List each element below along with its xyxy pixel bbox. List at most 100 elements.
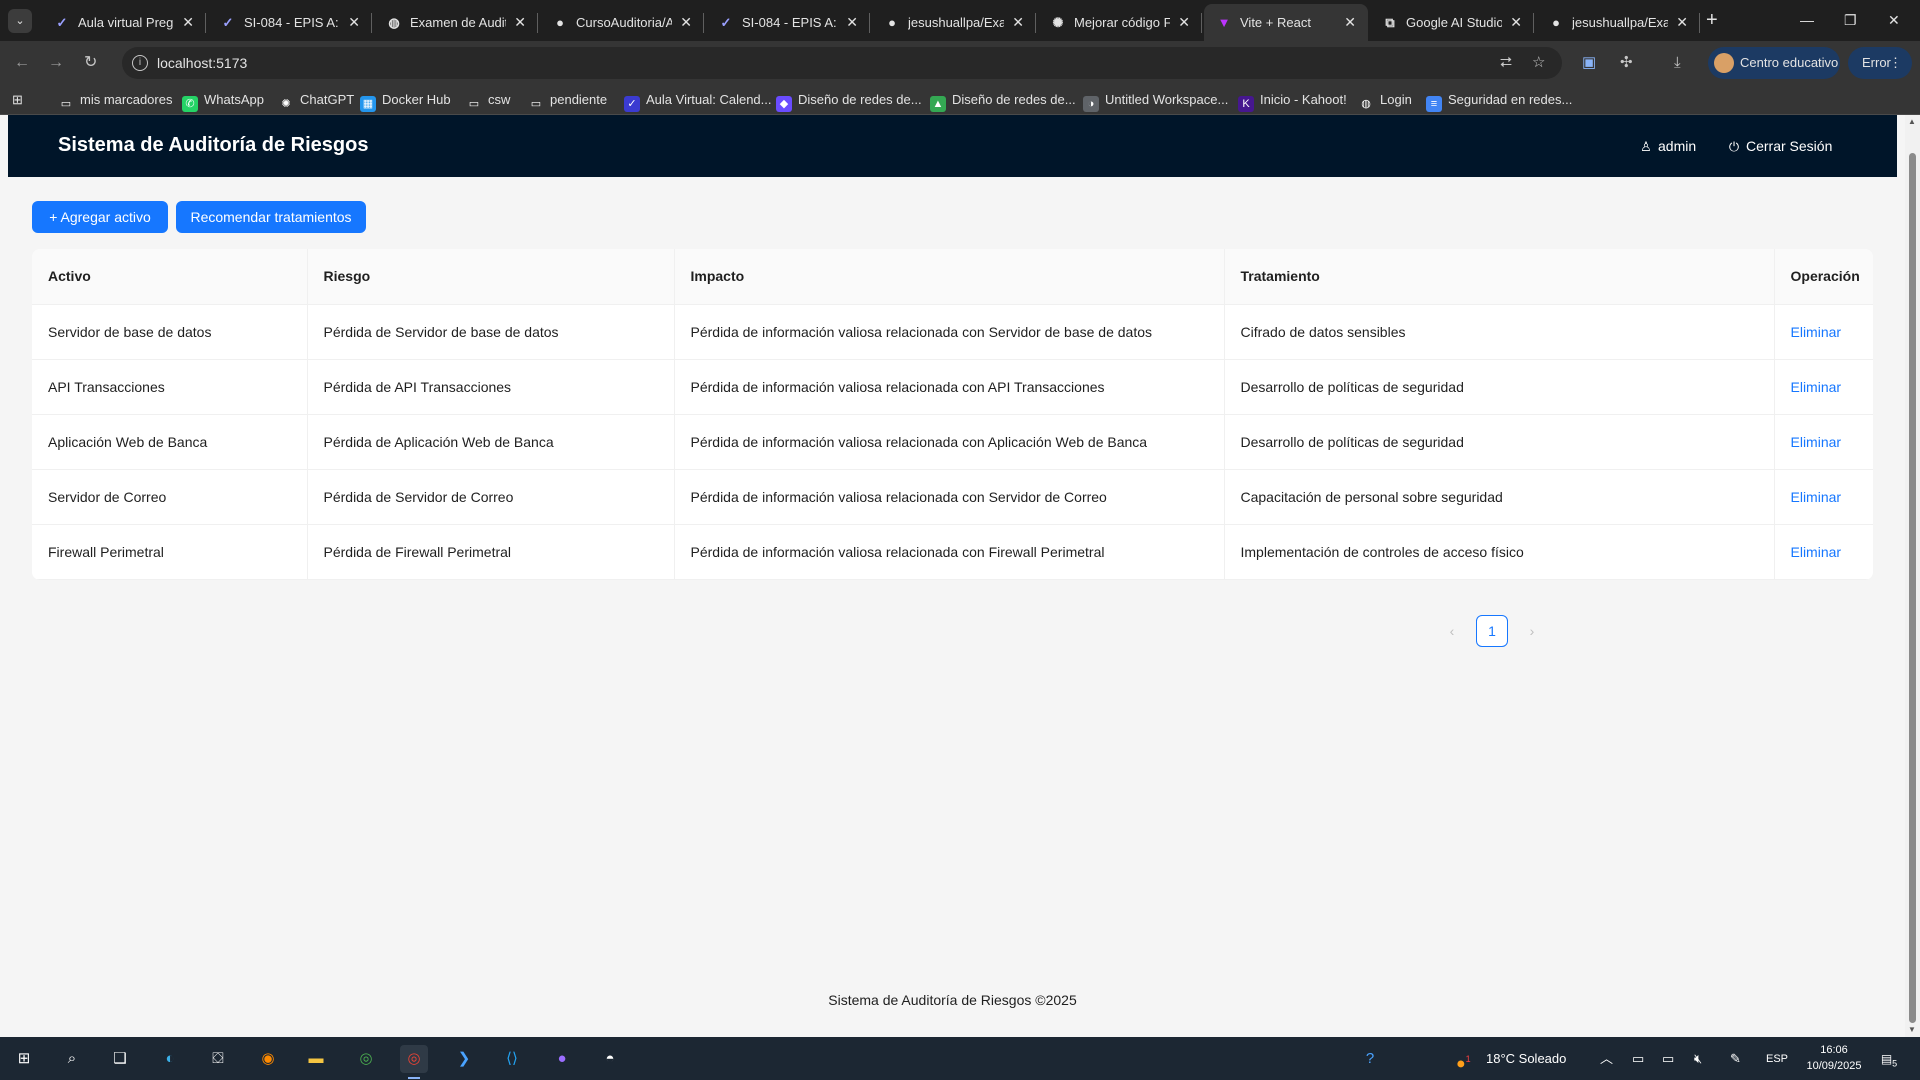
scrollbar-thumb[interactable]: [1909, 153, 1916, 1023]
bookmark-item[interactable]: ▦ Docker Hub: [360, 92, 451, 112]
next-page-icon[interactable]: ›: [1516, 615, 1548, 647]
browser-tab[interactable]: ✺ Mejorar código FI ✕: [1038, 4, 1202, 41]
bookmark-item[interactable]: ≡ Seguridad en redes...: [1426, 92, 1572, 112]
close-window-icon[interactable]: ✕: [1888, 8, 1900, 32]
bookmark-item[interactable]: ◍ Login: [1358, 92, 1412, 112]
vscode-icon[interactable]: ⟨⟩: [498, 1045, 526, 1073]
bookmark-item[interactable]: ▭ csw: [466, 92, 511, 112]
cell-operacion: Eliminar: [1773, 304, 1873, 360]
logout-button[interactable]: ⏻ Cerrar Sesión: [1726, 136, 1833, 157]
minimize-icon[interactable]: —: [1800, 8, 1814, 32]
notification-center-icon[interactable]: ▤5: [1878, 1048, 1900, 1070]
pen-icon[interactable]: ✎: [1730, 1050, 1741, 1068]
windows-taskbar: ⊞ ⌕ ❑ ◐ ⛋ ◉ ▬ ◎ ◎ ❯ ⟨⟩ ● ◓ ? ●1 18°C Sol…: [0, 1037, 1920, 1080]
browser-tab[interactable]: ▼ Vite + React ✕: [1204, 4, 1368, 41]
close-tab-icon[interactable]: ✕: [1344, 14, 1356, 30]
translate-icon[interactable]: ⮂: [1500, 54, 1512, 72]
apps-grid-icon[interactable]: ⊞: [12, 92, 23, 108]
bookmark-item[interactable]: ▭ pendiente: [528, 92, 607, 112]
delete-link[interactable]: Eliminar: [1791, 324, 1842, 340]
close-tab-icon[interactable]: ✕: [1178, 14, 1190, 30]
browser-tab[interactable]: ◍ Examen de Auditoría ✕: [374, 4, 538, 41]
bookmark-label: mis marcadores: [80, 92, 173, 107]
back-icon[interactable]: ←: [14, 51, 30, 75]
close-tab-icon[interactable]: ✕: [348, 14, 360, 30]
new-tab-button[interactable]: +: [1706, 8, 1718, 32]
close-tab-icon[interactable]: ✕: [182, 14, 194, 30]
task-view-icon[interactable]: ❑: [106, 1045, 134, 1073]
extensions-icon[interactable]: ✣: [1620, 52, 1633, 74]
bookmark-item[interactable]: K Inicio - Kahoot!: [1238, 92, 1347, 112]
bookmark-item[interactable]: ◑ Untitled Workspace...: [1083, 92, 1228, 112]
scroll-up-icon[interactable]: ▲: [1908, 117, 1916, 127]
chrome-icon[interactable]: ◎: [352, 1045, 380, 1073]
network-icon[interactable]: ▭: [1662, 1050, 1674, 1068]
browser-tab[interactable]: ✓ Aula virtual Pregrado ✕: [42, 4, 206, 41]
search-icon[interactable]: ⌕: [58, 1045, 86, 1073]
close-tab-icon[interactable]: ✕: [1676, 14, 1688, 30]
store-icon[interactable]: ⛋: [204, 1045, 232, 1073]
weather-sun-icon[interactable]: ●1: [1456, 1050, 1471, 1073]
delete-link[interactable]: Eliminar: [1791, 434, 1842, 450]
previous-page-icon[interactable]: ‹: [1436, 615, 1468, 647]
restore-icon[interactable]: ❐: [1844, 8, 1857, 32]
bookmark-item[interactable]: ✓ Aula Virtual: Calend...: [624, 92, 772, 112]
close-tab-icon[interactable]: ✕: [1510, 14, 1522, 30]
cell-riesgo: Pérdida de Servidor de Correo: [306, 469, 674, 525]
forward-icon[interactable]: →: [48, 51, 64, 75]
browser-tab[interactable]: ⧉ Google AI Studio ✕: [1370, 4, 1534, 41]
site-info-icon[interactable]: i: [132, 55, 148, 71]
address-url[interactable]: localhost:5173: [157, 55, 247, 71]
bookmark-item[interactable]: ▭ mis marcadores: [58, 92, 173, 112]
page-scrollbar[interactable]: ▲ ▼: [1905, 115, 1920, 1037]
cell-impacto: Pérdida de información valiosa relaciona…: [673, 469, 1224, 525]
bookmark-star-icon[interactable]: ☆: [1532, 54, 1545, 72]
browser-tab[interactable]: ● jesushuallpa/Examen ✕: [872, 4, 1036, 41]
tab-search-button[interactable]: ⌄: [8, 9, 32, 33]
browser-tab[interactable]: ● CursoAuditoria/Auditoria ✕: [540, 4, 704, 41]
page-number-button[interactable]: 1: [1476, 615, 1508, 647]
add-asset-button[interactable]: + Agregar activo: [32, 201, 168, 233]
column-header-impacto: Impacto: [673, 249, 1224, 305]
weather-text[interactable]: 18°C Soleado: [1486, 1050, 1566, 1068]
firefox-icon[interactable]: ◉: [254, 1045, 282, 1073]
app-icon[interactable]: ◓: [596, 1045, 624, 1073]
volume-muted-icon[interactable]: 🔇︎: [1694, 1050, 1702, 1068]
github-desktop-icon[interactable]: ●: [548, 1045, 576, 1073]
close-tab-icon[interactable]: ✕: [680, 14, 692, 30]
close-tab-icon[interactable]: ✕: [514, 14, 526, 30]
address-bar[interactable]: i localhost:5173 ⮂ ☆: [122, 47, 1562, 79]
user-menu[interactable]: ♙ admin: [1638, 136, 1696, 157]
reload-icon[interactable]: ↻: [84, 51, 97, 75]
error-button[interactable]: Error ⋮: [1848, 47, 1912, 79]
browser-tab[interactable]: ● jesushuallpa/Examen ✕: [1536, 4, 1700, 41]
scroll-down-icon[interactable]: ▼: [1908, 1025, 1916, 1035]
tray-chevron-icon[interactable]: ︿: [1600, 1050, 1613, 1068]
bookmark-item[interactable]: ✆ WhatsApp: [182, 92, 264, 112]
clock[interactable]: 16:06 10/09/2025: [1802, 1042, 1866, 1074]
bookmark-item[interactable]: ▲ Diseño de redes de...: [930, 92, 1076, 112]
profile-button[interactable]: Centro educativo: [1708, 47, 1840, 79]
language-indicator[interactable]: ESP: [1766, 1050, 1788, 1068]
chrome-profile-icon[interactable]: ◎: [400, 1045, 428, 1079]
delete-link[interactable]: Eliminar: [1791, 544, 1842, 560]
recommend-treatments-button[interactable]: Recomendar tratamientos: [176, 201, 366, 233]
tab-separator: [1699, 13, 1700, 33]
windows-start-icon[interactable]: ⊞: [10, 1045, 38, 1073]
close-tab-icon[interactable]: ✕: [846, 14, 858, 30]
browser-tab[interactable]: ✓ SI-084 - EPIS A: Auditoría ✕: [208, 4, 372, 41]
bookmark-item[interactable]: ◆ Diseño de redes de...: [776, 92, 922, 112]
meet-now-icon[interactable]: ▭: [1632, 1050, 1644, 1068]
powershell-icon[interactable]: ❯: [450, 1045, 478, 1073]
close-tab-icon[interactable]: ✕: [1012, 14, 1024, 30]
delete-link[interactable]: Eliminar: [1791, 489, 1842, 505]
delete-link[interactable]: Eliminar: [1791, 379, 1842, 395]
browser-tab[interactable]: ✓ SI-084 - EPIS A: Auditoría ✕: [706, 4, 870, 41]
edge-icon[interactable]: ◐: [156, 1045, 184, 1073]
help-icon[interactable]: ?: [1356, 1045, 1384, 1073]
download-icon[interactable]: ⤓: [1674, 52, 1681, 74]
bookmark-item[interactable]: ✺ ChatGPT: [278, 92, 354, 112]
file-explorer-icon[interactable]: ▬: [302, 1045, 330, 1073]
tab-separator: [869, 13, 870, 33]
translate-extension-icon[interactable]: ▣: [1582, 52, 1596, 74]
